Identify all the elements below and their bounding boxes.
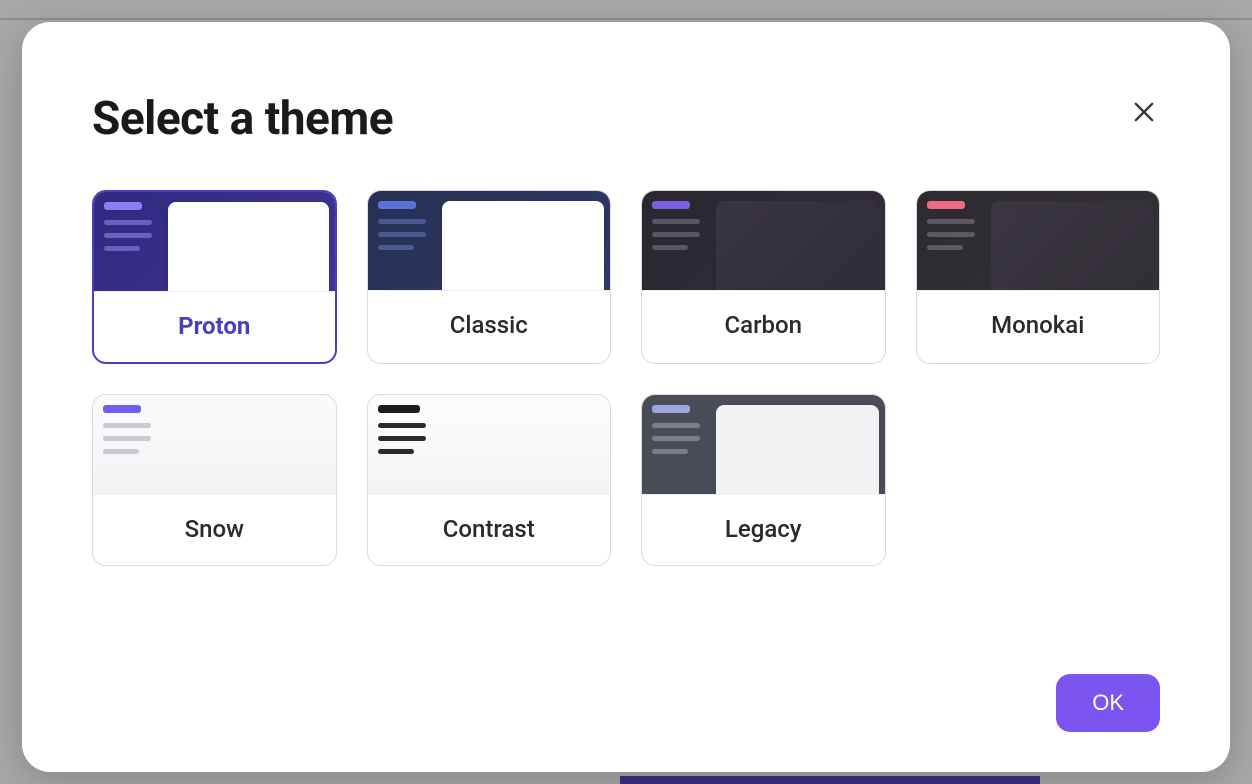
theme-option-proton[interactable]: Proton xyxy=(92,190,337,364)
backdrop-divider xyxy=(0,18,1252,20)
modal-header: Select a theme xyxy=(92,92,1160,146)
close-button[interactable] xyxy=(1128,96,1160,128)
theme-label: Monokai xyxy=(917,291,1160,361)
theme-option-classic[interactable]: Classic xyxy=(367,190,612,364)
theme-preview-legacy xyxy=(642,395,885,495)
themes-grid: Proton Classic xyxy=(92,190,1160,566)
theme-preview-carbon xyxy=(642,191,885,291)
backdrop-accent-strip xyxy=(620,776,1040,784)
theme-label: Snow xyxy=(93,495,336,565)
theme-preview-proton xyxy=(94,192,335,292)
theme-label: Legacy xyxy=(642,495,885,565)
modal-footer: OK xyxy=(92,634,1160,732)
theme-preview-monokai xyxy=(917,191,1160,291)
theme-preview-contrast xyxy=(368,395,611,495)
theme-label: Classic xyxy=(368,291,611,361)
theme-label: Proton xyxy=(94,292,335,362)
ok-button[interactable]: OK xyxy=(1056,674,1160,732)
close-icon xyxy=(1130,98,1158,126)
theme-option-monokai[interactable]: Monokai xyxy=(916,190,1161,364)
theme-option-contrast[interactable]: Contrast xyxy=(367,394,612,566)
theme-select-modal: Select a theme Proton xyxy=(22,22,1230,772)
theme-label: Carbon xyxy=(642,291,885,361)
modal-title: Select a theme xyxy=(92,92,393,146)
theme-option-snow[interactable]: Snow xyxy=(92,394,337,566)
theme-preview-snow xyxy=(93,395,336,495)
theme-label: Contrast xyxy=(368,495,611,565)
theme-preview-classic xyxy=(368,191,611,291)
theme-option-carbon[interactable]: Carbon xyxy=(641,190,886,364)
theme-option-legacy[interactable]: Legacy xyxy=(641,394,886,566)
